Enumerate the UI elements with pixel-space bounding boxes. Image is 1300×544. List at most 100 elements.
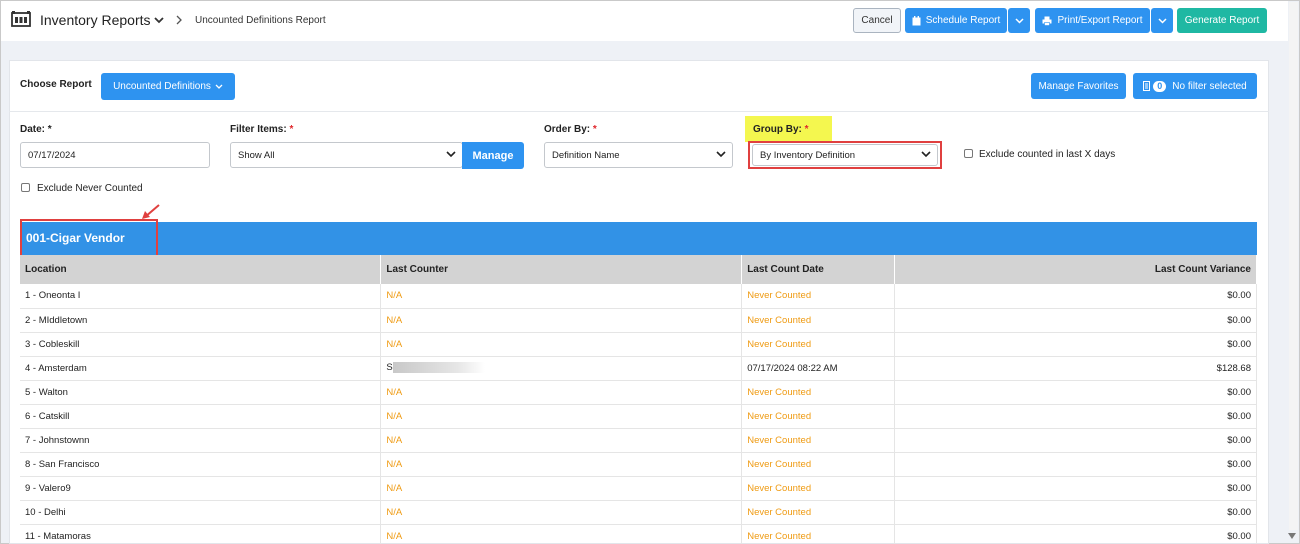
order-by-select[interactable]: Definition Name (544, 142, 733, 168)
cell-variance: $0.00 (894, 284, 1257, 309)
filter-count-badge: 0 (1153, 80, 1167, 92)
required-mark: * (47, 124, 52, 135)
cell-last-counter: N/A (380, 476, 743, 501)
print-export-label: Print/Export Report (1057, 15, 1143, 26)
table-row: 2 - MIddletown N/A Never Counted $0.00 (20, 308, 1257, 333)
cell-location: 1 - Oneonta I (20, 284, 382, 309)
chevron-right-icon (176, 15, 182, 25)
cell-location: 7 - Johnstownn (20, 428, 382, 453)
scroll-down-icon[interactable] (1287, 532, 1297, 540)
cell-variance: $0.00 (894, 380, 1257, 405)
cell-last-count-date: Never Counted (741, 524, 896, 544)
cell-last-counter: N/A (380, 524, 743, 544)
redacted-name (392, 362, 485, 374)
table-row: 7 - Johnstownn N/A Never Counted $0.00 (20, 428, 1257, 453)
cell-variance: $0.00 (894, 428, 1257, 453)
printer-icon (1042, 16, 1052, 26)
column-header-last-count-date[interactable]: Last Count Date (741, 255, 896, 284)
cell-last-counter: S (380, 356, 743, 381)
cell-last-counter: N/A (380, 332, 743, 357)
cancel-button[interactable]: Cancel (853, 8, 901, 33)
print-export-button[interactable]: Print/Export Report (1035, 8, 1150, 33)
required-mark: * (804, 124, 809, 135)
manage-button[interactable]: Manage (462, 142, 524, 169)
choose-report-dropdown[interactable]: Uncounted Definitions (101, 73, 235, 100)
group-by-value: By Inventory Definition (760, 149, 856, 161)
cell-last-count-date: Never Counted (741, 452, 896, 477)
group-header (20, 222, 1257, 255)
order-by-value: Definition Name (552, 149, 620, 161)
cell-location: 8 - San Francisco (20, 452, 382, 477)
cell-last-counter: N/A (380, 452, 743, 477)
cell-last-counter: N/A (380, 308, 743, 333)
cell-last-counter: N/A (380, 284, 743, 309)
group-by-label: Group By: * (753, 124, 809, 135)
cell-location: 4 - Amsterdam (20, 356, 382, 381)
schedule-report-label: Schedule Report (925, 15, 1001, 26)
cell-last-count-date: Never Counted (741, 308, 896, 333)
divider (9, 111, 1269, 112)
chevron-down-icon[interactable] (153, 15, 165, 25)
filter-items-label: Filter Items: * (230, 124, 293, 135)
report-table: Location Last Counter Last Count Date La… (20, 255, 1257, 544)
cell-variance: $0.00 (894, 404, 1257, 429)
cell-location: 6 - Catskill (20, 404, 382, 429)
table-row: 3 - Cobleskill N/A Never Counted $0.00 (20, 332, 1257, 357)
cell-location: 3 - Cobleskill (20, 332, 382, 357)
group-by-select[interactable]: By Inventory Definition (752, 144, 938, 166)
filter-button[interactable]: 0 No filter selected (1133, 73, 1257, 99)
choose-report-label: Choose Report (20, 79, 92, 90)
cell-variance: $0.00 (894, 476, 1257, 501)
cell-last-counter: N/A (380, 404, 743, 429)
generate-report-label: Generate Report (1184, 15, 1260, 26)
table-row: 6 - Catskill N/A Never Counted $0.00 (20, 404, 1257, 429)
exclude-never-label: Exclude Never Counted (37, 183, 143, 194)
exclude-never-checkbox[interactable] (21, 183, 30, 192)
cell-variance: $0.00 (894, 500, 1257, 525)
manage-favorites-button[interactable]: Manage Favorites (1031, 73, 1126, 99)
table-header-row: Location Last Counter Last Count Date La… (20, 255, 1257, 284)
cell-last-counter: N/A (380, 500, 743, 525)
manage-favorites-label: Manage Favorites (1038, 80, 1119, 92)
exclude-counted-checkbox[interactable] (964, 149, 973, 158)
column-header-location[interactable]: Location (20, 255, 382, 284)
schedule-report-button[interactable]: Schedule Report (905, 8, 1007, 33)
exclude-counted-label: Exclude counted in last X days (979, 149, 1116, 160)
filter-items-select[interactable]: Show All (230, 142, 463, 168)
chevron-down-icon (1157, 17, 1167, 24)
table-row: 1 - Oneonta I N/A Never Counted $0.00 (20, 284, 1257, 309)
cell-last-count-date: Never Counted (741, 332, 896, 357)
cell-last-count-date: Never Counted (741, 380, 896, 405)
scrollbar-track[interactable] (1289, 2, 1298, 530)
cell-last-count-date: Never Counted (741, 428, 896, 453)
chevron-down-icon (716, 151, 726, 158)
cell-variance: $0.00 (894, 332, 1257, 357)
cell-location: 2 - MIddletown (20, 308, 382, 333)
cell-variance: $0.00 (894, 308, 1257, 333)
date-value: 07/17/2024 (28, 149, 76, 161)
print-export-dropdown[interactable] (1151, 8, 1173, 33)
cancel-button-label: Cancel (861, 15, 893, 26)
cell-last-count-date: Never Counted (741, 284, 896, 309)
choose-report-value: Uncounted Definitions (113, 81, 211, 92)
filter-icon (1143, 81, 1151, 91)
order-by-label-text: Order By: (544, 124, 591, 135)
cell-location: 11 - Matamoras (20, 524, 382, 544)
cell-last-count-date: 07/17/2024 08:22 AM (741, 356, 896, 381)
chevron-down-icon (921, 151, 931, 158)
column-header-last-counter[interactable]: Last Counter (380, 255, 743, 284)
chevron-down-icon (1014, 17, 1024, 24)
generate-report-button[interactable]: Generate Report (1177, 8, 1267, 33)
annotation-arrow-icon (142, 204, 160, 219)
date-input[interactable]: 07/17/2024 (20, 142, 210, 168)
cell-location: 10 - Delhi (20, 500, 382, 525)
cell-last-count-date: Never Counted (741, 404, 896, 429)
table-row: 9 - Valero9 N/A Never Counted $0.00 (20, 476, 1257, 501)
table-row: 8 - San Francisco N/A Never Counted $0.0… (20, 452, 1257, 477)
group-by-label-text: Group By: (753, 124, 802, 135)
column-header-last-count-variance[interactable]: Last Count Variance (894, 255, 1257, 284)
cell-last-counter: N/A (380, 428, 743, 453)
schedule-report-dropdown[interactable] (1008, 8, 1030, 33)
calendar-icon (912, 15, 921, 25)
cell-last-counter: N/A (380, 380, 743, 405)
